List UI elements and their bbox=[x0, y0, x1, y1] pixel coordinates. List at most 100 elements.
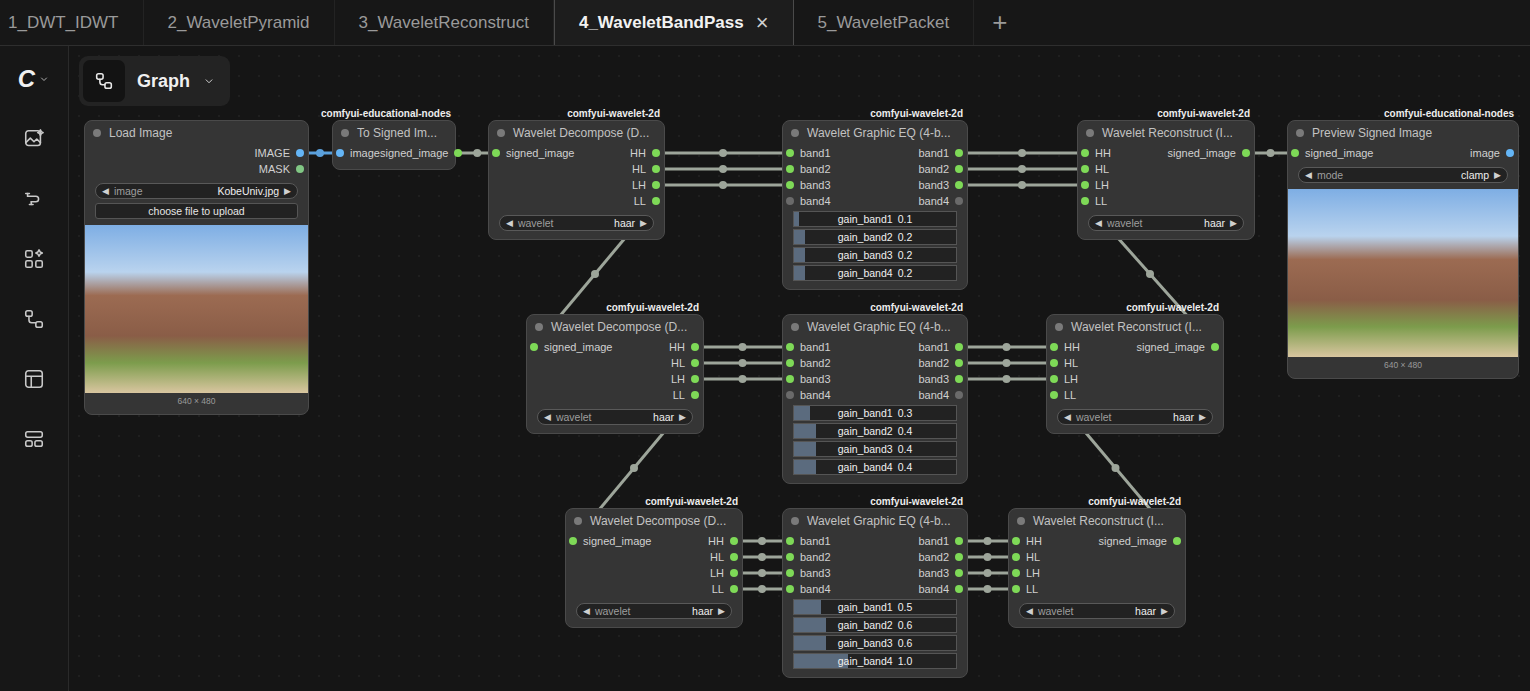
slot-dot[interactable] bbox=[1081, 149, 1089, 157]
prev-arrow[interactable]: ◀ bbox=[583, 606, 590, 616]
collapse-dot[interactable] bbox=[341, 129, 349, 137]
slot-dot[interactable] bbox=[786, 585, 794, 593]
output-slot[interactable]: band1 bbox=[918, 147, 967, 159]
sidebar-item[interactable] bbox=[23, 186, 45, 212]
input-slot[interactable]: band4 bbox=[783, 389, 831, 401]
input-slot[interactable]: band4 bbox=[783, 195, 831, 207]
logo[interactable]: C bbox=[18, 67, 35, 91]
tab-label[interactable]: 5_WaveletPacket bbox=[818, 13, 950, 33]
link-center[interactable] bbox=[1267, 149, 1275, 157]
tab-label[interactable]: 2_WaveletPyramid bbox=[168, 13, 310, 33]
slot-dot[interactable] bbox=[955, 537, 963, 545]
node-title[interactable]: Preview Signed Image bbox=[1288, 121, 1518, 145]
node[interactable]: comfyui-wavelet-2dWavelet Reconstruct (I… bbox=[1008, 508, 1186, 628]
tab[interactable]: 5_WaveletPacket bbox=[794, 0, 975, 45]
slot-dot[interactable] bbox=[1081, 181, 1089, 189]
collapse-dot[interactable] bbox=[497, 129, 505, 137]
slot-dot[interactable] bbox=[786, 569, 794, 577]
slot-dot[interactable] bbox=[1012, 537, 1020, 545]
combo-widget[interactable]: ◀modeclamp▶ bbox=[1298, 167, 1508, 183]
input-slot[interactable]: signed_image bbox=[1288, 147, 1374, 159]
input-slot[interactable]: signed_image bbox=[527, 341, 613, 353]
combo-widget[interactable]: ◀wavelethaar▶ bbox=[1057, 409, 1213, 425]
slider-widget[interactable]: gain_band10.1 bbox=[793, 211, 957, 227]
tab[interactable]: 3_WaveletReconstruct bbox=[335, 0, 554, 45]
link-center[interactable] bbox=[1112, 464, 1120, 472]
link-center[interactable] bbox=[739, 343, 747, 351]
close-tab-button[interactable]: × bbox=[756, 10, 769, 36]
output-slot[interactable]: band2 bbox=[918, 551, 967, 563]
slot-dot[interactable] bbox=[955, 585, 963, 593]
slider-widget[interactable]: gain_band30.2 bbox=[793, 247, 957, 263]
slider-widget[interactable]: gain_band40.4 bbox=[793, 459, 957, 475]
next-arrow[interactable]: ▶ bbox=[1199, 412, 1206, 422]
slot-dot[interactable] bbox=[955, 165, 963, 173]
node[interactable]: comfyui-educational-nodesPreview Signed … bbox=[1287, 120, 1519, 379]
output-slot[interactable]: band4 bbox=[918, 583, 967, 595]
slider-widget[interactable]: gain_band40.2 bbox=[793, 265, 957, 281]
link-center[interactable] bbox=[1018, 165, 1026, 173]
graph-canvas[interactable]: GraphLoad ImageIMAGEMASK◀imageKobeUniv.j… bbox=[69, 46, 1530, 691]
node-title[interactable]: Load Image bbox=[85, 121, 308, 145]
link-center[interactable] bbox=[984, 537, 992, 545]
input-slot[interactable]: HH bbox=[1047, 341, 1080, 353]
widget-value[interactable]: haar bbox=[1173, 411, 1194, 423]
collapse-dot[interactable] bbox=[791, 517, 799, 525]
node-title[interactable]: Wavelet Graphic EQ (4-b... bbox=[783, 509, 967, 533]
widget-value[interactable]: 0.6 bbox=[898, 619, 913, 631]
widget-value[interactable]: 0.6 bbox=[898, 637, 913, 649]
link-center[interactable] bbox=[1146, 270, 1154, 278]
link-center[interactable] bbox=[591, 270, 599, 278]
slot-dot[interactable] bbox=[730, 537, 738, 545]
collapse-dot[interactable] bbox=[1296, 129, 1304, 137]
prev-arrow[interactable]: ◀ bbox=[506, 218, 513, 228]
sidebar-item[interactable] bbox=[23, 306, 45, 332]
add-tab-button[interactable]: + bbox=[974, 0, 1025, 45]
link-center[interactable] bbox=[719, 165, 727, 173]
combo-widget[interactable]: ◀wavelethaar▶ bbox=[1088, 215, 1244, 231]
slot-dot[interactable] bbox=[955, 343, 963, 351]
collapse-dot[interactable] bbox=[1055, 323, 1063, 331]
slot-dot[interactable] bbox=[1211, 343, 1219, 351]
slot-dot[interactable] bbox=[652, 165, 660, 173]
output-slot[interactable]: signed_image bbox=[1168, 147, 1255, 159]
input-slot[interactable]: HH bbox=[1009, 535, 1042, 547]
combo-widget[interactable]: ◀imageKobeUniv.jpg▶ bbox=[95, 183, 298, 199]
slot-dot[interactable] bbox=[1081, 165, 1089, 173]
output-slot[interactable]: signed_image bbox=[380, 147, 467, 159]
input-slot[interactable]: HL bbox=[1009, 551, 1040, 563]
next-arrow[interactable]: ▶ bbox=[1230, 218, 1237, 228]
input-slot[interactable]: LL bbox=[1009, 583, 1038, 595]
node-title[interactable]: Wavelet Graphic EQ (4-b... bbox=[783, 121, 967, 145]
slot-dot[interactable] bbox=[1050, 359, 1058, 367]
collapse-dot[interactable] bbox=[535, 323, 543, 331]
link-center[interactable] bbox=[984, 553, 992, 561]
slot-dot[interactable] bbox=[786, 181, 794, 189]
node-title[interactable]: To Signed Im... bbox=[333, 121, 455, 145]
input-slot[interactable]: HL bbox=[1047, 357, 1078, 369]
slot-dot[interactable] bbox=[1506, 149, 1514, 157]
combo-widget[interactable]: ◀wavelethaar▶ bbox=[537, 409, 693, 425]
combo-widget[interactable]: ◀wavelethaar▶ bbox=[576, 603, 732, 619]
output-slot[interactable]: band4 bbox=[918, 195, 967, 207]
link-center[interactable] bbox=[984, 569, 992, 577]
slider-widget[interactable]: gain_band10.5 bbox=[793, 599, 957, 615]
slot-dot[interactable] bbox=[336, 149, 344, 157]
node-title[interactable]: Wavelet Decompose (D... bbox=[527, 315, 703, 339]
collapse-dot[interactable] bbox=[574, 517, 582, 525]
tab-label[interactable]: 4_WaveletBandPass bbox=[579, 13, 744, 33]
next-arrow[interactable]: ▶ bbox=[679, 412, 686, 422]
output-slot[interactable]: IMAGE bbox=[255, 147, 308, 159]
input-slot[interactable]: LH bbox=[1009, 567, 1040, 579]
collapse-dot[interactable] bbox=[93, 129, 101, 137]
node[interactable]: comfyui-wavelet-2dWavelet Decompose (D..… bbox=[526, 314, 704, 434]
slot-dot[interactable] bbox=[955, 569, 963, 577]
slot-dot[interactable] bbox=[530, 343, 538, 351]
collapse-dot[interactable] bbox=[1086, 129, 1094, 137]
slot-dot[interactable] bbox=[691, 343, 699, 351]
slider-widget[interactable]: gain_band41.0 bbox=[793, 653, 957, 669]
prev-arrow[interactable]: ◀ bbox=[544, 412, 551, 422]
node[interactable]: comfyui-wavelet-2dWavelet Reconstruct (I… bbox=[1046, 314, 1224, 434]
link-center[interactable] bbox=[316, 149, 324, 157]
next-arrow[interactable]: ▶ bbox=[1494, 170, 1501, 180]
